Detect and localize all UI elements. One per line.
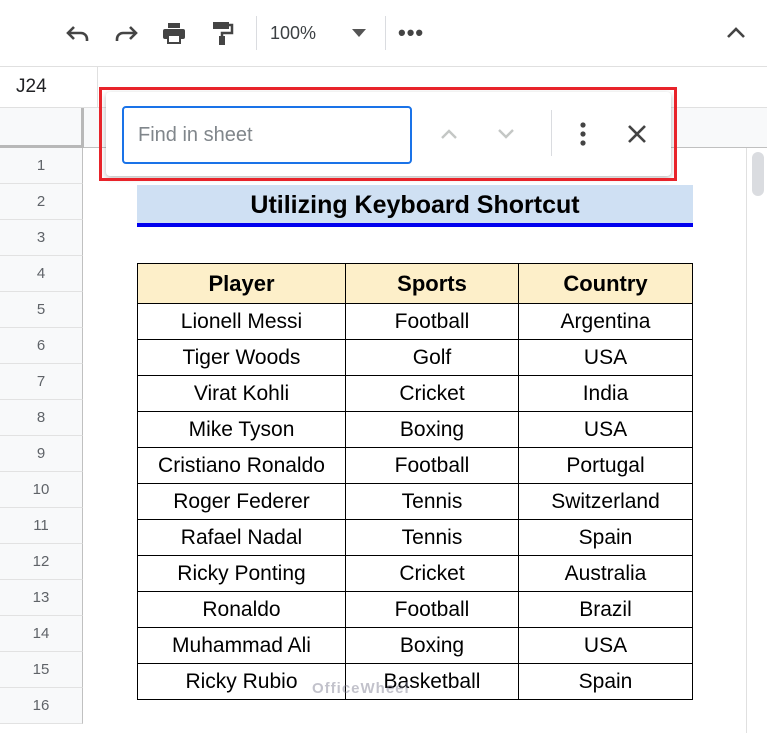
cell-sports[interactable]: Football	[345, 591, 519, 628]
zoom-value: 100%	[270, 22, 317, 43]
cell-sports[interactable]: Golf	[345, 339, 519, 376]
header-sports[interactable]: Sports	[345, 263, 519, 304]
cell-sports[interactable]: Football	[345, 303, 519, 340]
row-header[interactable]: 9	[0, 436, 83, 472]
row-header[interactable]: 7	[0, 364, 83, 400]
row-header[interactable]: 1	[0, 148, 83, 184]
cell-country[interactable]: Spain	[518, 519, 693, 556]
redo-icon[interactable]	[110, 17, 142, 49]
chevron-down-icon	[352, 24, 367, 42]
cell-country[interactable]: Argentina	[518, 303, 693, 340]
row-header[interactable]: 14	[0, 616, 83, 652]
cell-sports[interactable]: Boxing	[345, 411, 519, 448]
cell-player[interactable]: Roger Federer	[137, 483, 346, 520]
cell-country[interactable]: Brazil	[518, 591, 693, 628]
cell-sports[interactable]: Tennis	[345, 519, 519, 556]
row-header[interactable]: 4	[0, 256, 83, 292]
header-country[interactable]: Country	[518, 263, 693, 304]
cell-sports[interactable]: Tennis	[345, 483, 519, 520]
table-row: Rafael Nadal Tennis Spain	[137, 519, 693, 556]
cell-sports[interactable]: Cricket	[345, 555, 519, 592]
row-header[interactable]: 5	[0, 292, 83, 328]
zoom-select[interactable]: 100%	[270, 17, 367, 49]
cell-player[interactable]: Rafael Nadal	[137, 519, 346, 556]
row-header[interactable]: 13	[0, 580, 83, 616]
toolbar: 100% •••	[0, 0, 767, 66]
table-row: Ricky Ponting Cricket Australia	[137, 555, 693, 592]
table-row: Tiger Woods Golf USA	[137, 339, 693, 376]
cell-country[interactable]: USA	[518, 627, 693, 664]
cell-player[interactable]: Lionell Messi	[137, 303, 346, 340]
more-icon[interactable]: •••	[398, 17, 424, 49]
sheet-title-cell[interactable]: Utilizing Keyboard Shortcut	[137, 185, 693, 227]
paint-format-icon[interactable]	[206, 17, 238, 49]
row-header[interactable]: 11	[0, 508, 83, 544]
cell-sports[interactable]: Cricket	[345, 375, 519, 412]
table-row: Ronaldo Football Brazil	[137, 591, 693, 628]
toolbar-separator	[385, 16, 386, 50]
cell-country[interactable]: USA	[518, 411, 693, 448]
cell-country[interactable]: Portugal	[518, 447, 693, 484]
toolbar-separator	[256, 16, 257, 50]
watermark: OfficeWheel	[312, 680, 410, 697]
name-box[interactable]: J24	[0, 67, 98, 107]
find-bar-highlight	[99, 87, 677, 181]
cell-player[interactable]: Cristiano Ronaldo	[137, 447, 346, 484]
row-header[interactable]: 6	[0, 328, 83, 364]
row-header[interactable]: 3	[0, 220, 83, 256]
cell-country[interactable]: USA	[518, 339, 693, 376]
row-header[interactable]: 12	[0, 544, 83, 580]
cell-player[interactable]: Muhammad Ali	[137, 627, 346, 664]
row-header[interactable]: 15	[0, 652, 83, 688]
select-all-corner[interactable]	[0, 108, 84, 148]
table-row: Cristiano Ronaldo Football Portugal	[137, 447, 693, 484]
data-table: Player Sports Country Lionell Messi Foot…	[137, 263, 693, 700]
cell-country[interactable]: India	[518, 375, 693, 412]
undo-icon[interactable]	[62, 17, 94, 49]
cell-player[interactable]: Ricky Ponting	[137, 555, 346, 592]
row-header[interactable]: 2	[0, 184, 83, 220]
collapse-icon[interactable]	[720, 17, 752, 49]
table-row: Virat Kohli Cricket India	[137, 375, 693, 412]
row-header[interactable]: 8	[0, 400, 83, 436]
cell-country[interactable]: Spain	[518, 663, 693, 700]
vertical-scrollbar[interactable]	[746, 148, 767, 733]
cell-player[interactable]: Virat Kohli	[137, 375, 346, 412]
cell-country[interactable]: Australia	[518, 555, 693, 592]
table-row: Mike Tyson Boxing USA	[137, 411, 693, 448]
print-icon[interactable]	[158, 17, 190, 49]
cell-country[interactable]: Switzerland	[518, 483, 693, 520]
cell-player[interactable]: Tiger Woods	[137, 339, 346, 376]
cell-player[interactable]: Ronaldo	[137, 591, 346, 628]
header-player[interactable]: Player	[137, 263, 346, 304]
table-header-row: Player Sports Country	[137, 263, 693, 304]
table-row: Muhammad Ali Boxing USA	[137, 627, 693, 664]
row-header[interactable]: 16	[0, 688, 83, 724]
table-row: Roger Federer Tennis Switzerland	[137, 483, 693, 520]
row-header[interactable]: 10	[0, 472, 83, 508]
cell-sports[interactable]: Football	[345, 447, 519, 484]
cell-sports[interactable]: Boxing	[345, 627, 519, 664]
table-row: Ricky Rubio Basketball Spain	[137, 663, 693, 700]
cell-player[interactable]: Mike Tyson	[137, 411, 346, 448]
scrollbar-thumb[interactable]	[752, 152, 764, 196]
table-row: Lionell Messi Football Argentina	[137, 303, 693, 340]
